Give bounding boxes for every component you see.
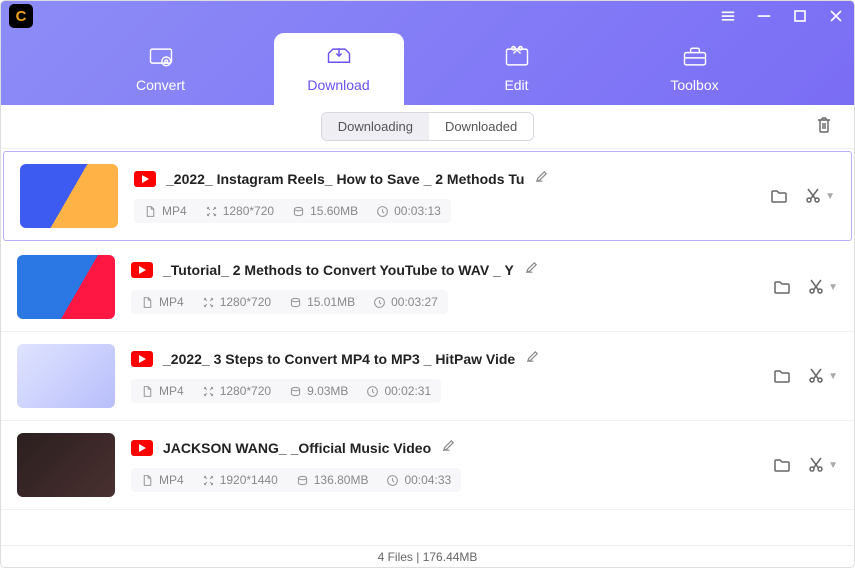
rename-icon[interactable] xyxy=(525,349,540,369)
status-segmented: Downloading Downloaded xyxy=(321,112,534,141)
tab-downloading[interactable]: Downloading xyxy=(322,113,429,140)
resolution-label: 1280*720 xyxy=(205,204,274,218)
duration-label: 00:03:27 xyxy=(373,295,438,309)
nav-toolbox[interactable]: Toolbox xyxy=(630,43,760,105)
download-row[interactable]: _2022_ Instagram Reels_ How to Save _ 2 … xyxy=(3,151,852,241)
edit-video-button[interactable]: ▼ xyxy=(806,277,838,297)
nav-edit[interactable]: Edit xyxy=(452,43,582,105)
maximize-button[interactable] xyxy=(790,6,810,26)
resolution-label: 1280*720 xyxy=(202,295,271,309)
rename-icon[interactable] xyxy=(441,438,456,458)
minimize-button[interactable] xyxy=(754,6,774,26)
thumbnail xyxy=(17,433,115,497)
duration-label: 00:03:13 xyxy=(376,204,441,218)
thumbnail xyxy=(20,164,118,228)
open-folder-button[interactable] xyxy=(769,186,789,206)
app-logo: C xyxy=(9,4,33,28)
video-title: _2022_ Instagram Reels_ How to Save _ 2 … xyxy=(166,171,524,187)
video-info: MP4 1280*720 9.03MB 00:02:31 xyxy=(131,379,441,403)
size-label: 9.03MB xyxy=(289,384,348,398)
trash-button[interactable] xyxy=(814,115,834,140)
size-label: 15.60MB xyxy=(292,204,358,218)
edit-video-button[interactable]: ▼ xyxy=(806,455,838,475)
duration-label: 00:04:33 xyxy=(386,473,451,487)
status-footer: 4 Files | 176.44MB xyxy=(1,545,854,567)
thumbnail xyxy=(17,344,115,408)
resolution-label: 1920*1440 xyxy=(202,473,278,487)
video-info: MP4 1280*720 15.01MB 00:03:27 xyxy=(131,290,448,314)
resolution-label: 1280*720 xyxy=(202,384,271,398)
video-title: _2022_ 3 Steps to Convert MP4 to MP3 _ H… xyxy=(163,351,515,367)
download-row[interactable]: _Tutorial_ 2 Methods to Convert YouTube … xyxy=(1,243,854,332)
nav-convert-label: Convert xyxy=(136,77,185,93)
size-label: 15.01MB xyxy=(289,295,355,309)
nav-edit-label: Edit xyxy=(504,77,528,93)
format-label: MP4 xyxy=(141,295,184,309)
size-label: 136.80MB xyxy=(296,473,369,487)
video-title: _Tutorial_ 2 Methods to Convert YouTube … xyxy=(163,262,514,278)
download-list: _2022_ Instagram Reels_ How to Save _ 2 … xyxy=(1,149,854,545)
tab-downloaded[interactable]: Downloaded xyxy=(429,113,533,140)
video-info: MP4 1920*1440 136.80MB 00:04:33 xyxy=(131,468,461,492)
nav-download-label: Download xyxy=(307,77,369,93)
thumbnail xyxy=(17,255,115,319)
menu-icon[interactable] xyxy=(718,6,738,26)
video-info: MP4 1280*720 15.60MB 00:03:13 xyxy=(134,199,451,223)
edit-video-button[interactable]: ▼ xyxy=(806,366,838,386)
duration-label: 00:02:31 xyxy=(366,384,431,398)
open-folder-button[interactable] xyxy=(772,366,792,386)
rename-icon[interactable] xyxy=(524,260,539,280)
nav-convert[interactable]: Convert xyxy=(96,43,226,105)
format-label: MP4 xyxy=(141,384,184,398)
download-row[interactable]: _2022_ 3 Steps to Convert MP4 to MP3 _ H… xyxy=(1,332,854,421)
youtube-icon xyxy=(131,262,153,278)
nav-toolbox-label: Toolbox xyxy=(670,77,718,93)
youtube-icon xyxy=(134,171,156,187)
open-folder-button[interactable] xyxy=(772,455,792,475)
youtube-icon xyxy=(131,351,153,367)
rename-icon[interactable] xyxy=(534,169,549,189)
open-folder-button[interactable] xyxy=(772,277,792,297)
youtube-icon xyxy=(131,440,153,456)
edit-video-button[interactable]: ▼ xyxy=(803,186,835,206)
close-button[interactable] xyxy=(826,6,846,26)
format-label: MP4 xyxy=(141,473,184,487)
video-title: JACKSON WANG_ _Official Music Video xyxy=(163,440,431,456)
download-row[interactable]: JACKSON WANG_ _Official Music Video MP4 19… xyxy=(1,421,854,510)
nav-download[interactable]: Download xyxy=(274,33,404,105)
format-label: MP4 xyxy=(144,204,187,218)
